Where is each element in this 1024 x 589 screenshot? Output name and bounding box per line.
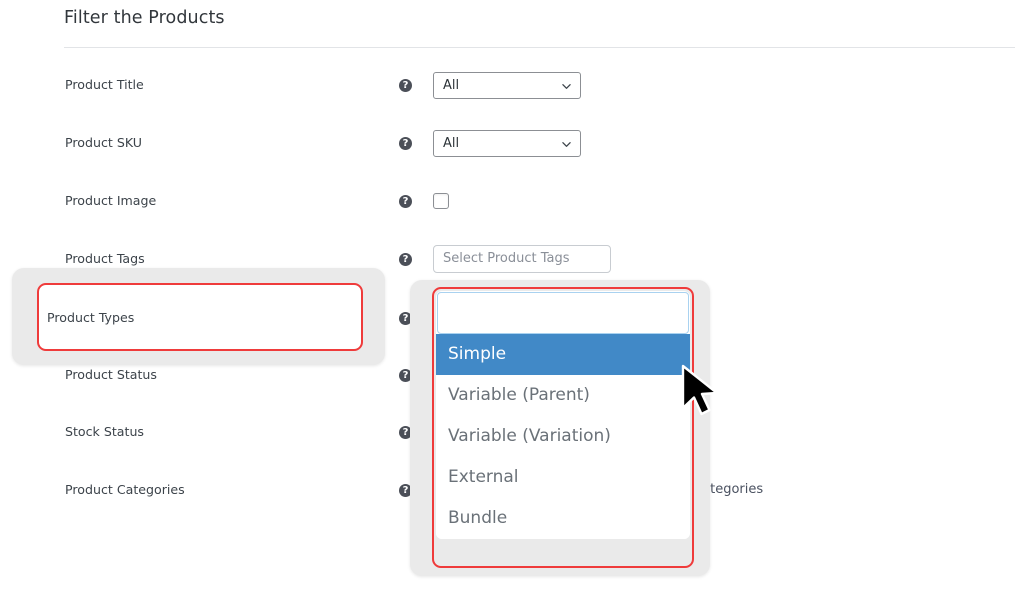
chevron-down-icon	[562, 82, 571, 91]
label-product-categories: Product Categories	[65, 482, 185, 497]
product-sku-select-value: All	[443, 136, 460, 151]
chevron-down-icon	[562, 140, 571, 149]
form-row-product-title: Product Title ? All	[0, 68, 1024, 102]
label-product-title: Product Title	[65, 77, 144, 92]
field-product-image	[433, 184, 449, 209]
product-tags-input[interactable]: Select Product Tags	[433, 245, 611, 273]
highlight-box-dropdown	[432, 287, 694, 568]
product-image-checkbox[interactable]	[433, 193, 449, 209]
field-product-title: All	[433, 68, 581, 99]
product-title-select[interactable]: All	[433, 72, 581, 99]
field-product-sku: All	[433, 126, 581, 157]
label-product-sku: Product SKU	[65, 135, 142, 150]
label-product-image: Product Image	[65, 193, 157, 208]
help-circle-icon[interactable]: ?	[399, 79, 412, 92]
highlight-label-product-types: Product Types	[47, 310, 135, 325]
label-stock-status: Stock Status	[65, 424, 144, 439]
field-product-tags: Select Product Tags	[433, 242, 611, 273]
form-row-product-sku: Product SKU ? All	[0, 126, 1024, 160]
product-sku-select[interactable]: All	[433, 130, 581, 157]
form-row-product-image: Product Image ?	[0, 184, 1024, 218]
help-circle-icon[interactable]: ?	[399, 137, 412, 150]
product-title-select-value: All	[443, 78, 460, 93]
help-circle-icon[interactable]: ?	[399, 195, 412, 208]
help-circle-icon[interactable]: ?	[399, 253, 412, 266]
